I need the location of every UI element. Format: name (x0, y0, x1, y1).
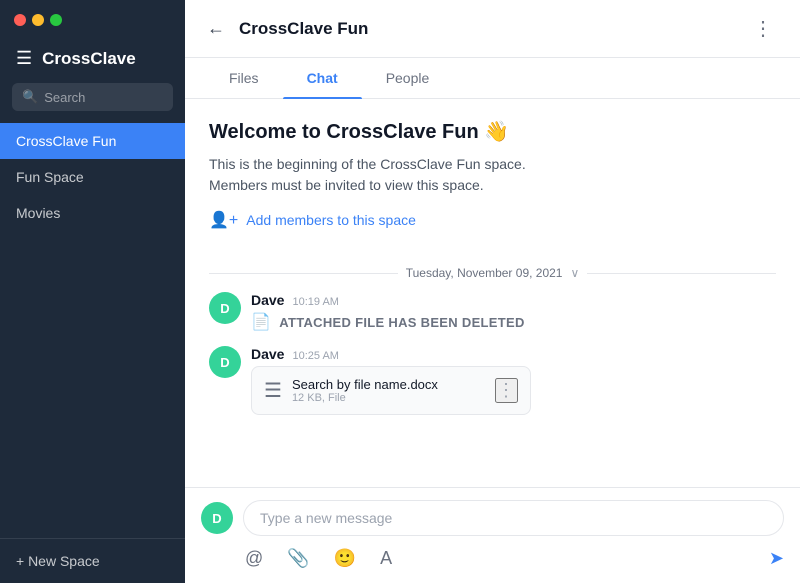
traffic-lights (0, 0, 185, 34)
message-time: 10:19 AM (292, 296, 338, 308)
file-meta: 12 KB, File (292, 392, 485, 404)
file-name: Search by file name.docx (292, 377, 485, 392)
sidebar: ☰ CrossClave 🔍 CrossClave Fun Fun Space … (0, 0, 185, 583)
new-space-label: + New Space (16, 553, 100, 569)
deleted-message: 📄 ATTACHED FILE HAS BEEN DELETED (251, 312, 776, 332)
send-icon: ➤ (769, 548, 784, 568)
more-options-button[interactable]: ⋮ (747, 14, 780, 43)
chevron-down-icon[interactable]: ∨ (570, 266, 579, 280)
message-row: D Dave 10:25 AM ☰ Search by file name.do… (209, 346, 776, 415)
divider-line-right (587, 273, 776, 274)
sidebar-item-movies[interactable]: Movies (0, 195, 185, 231)
emoji-button[interactable]: 🙂 (332, 546, 358, 571)
search-input[interactable] (44, 90, 163, 105)
tab-chat[interactable]: Chat (283, 58, 362, 98)
message-meta: Dave 10:19 AM (251, 292, 776, 308)
search-container: 🔍 (12, 83, 173, 111)
date-divider: Tuesday, November 09, 2021 ∨ (209, 266, 776, 280)
format-text-button[interactable]: A (378, 546, 394, 571)
welcome-description: This is the beginning of the CrossClave … (209, 154, 776, 196)
sidebar-item-fun-space[interactable]: Fun Space (0, 159, 185, 195)
add-members-label: Add members to this space (246, 212, 416, 228)
sidebar-nav: CrossClave Fun Fun Space Movies (0, 123, 185, 538)
message-input[interactable] (243, 500, 784, 536)
back-button[interactable]: ← (205, 16, 227, 41)
menu-icon[interactable]: ☰ (16, 48, 32, 69)
tab-files[interactable]: Files (205, 58, 283, 98)
welcome-section: Welcome to CrossClave Fun 👋 This is the … (209, 119, 776, 250)
chat-area: Welcome to CrossClave Fun 👋 This is the … (185, 99, 800, 487)
message-author: Dave (251, 292, 284, 308)
message-author: Dave (251, 346, 284, 362)
deleted-file-icon: 📄 (251, 312, 271, 332)
divider-line-left (209, 273, 398, 274)
file-info: Search by file name.docx 12 KB, File (292, 377, 485, 404)
close-button[interactable] (14, 14, 26, 26)
search-icon: 🔍 (22, 89, 38, 105)
attachment-button[interactable]: 📎 (285, 546, 311, 571)
emoji-icon: 🙂 (334, 548, 356, 568)
file-card: ☰ Search by file name.docx 12 KB, File ⋮ (251, 366, 531, 415)
main-header: ← CrossClave Fun ⋮ (185, 0, 800, 58)
sidebar-header: ☰ CrossClave (0, 34, 185, 83)
page-title: CrossClave Fun (239, 19, 735, 39)
sidebar-item-crossclave-fun[interactable]: CrossClave Fun (0, 123, 185, 159)
tabs-bar: Files Chat People (185, 58, 800, 99)
input-row: D (201, 500, 784, 536)
file-type-icon: ☰ (264, 378, 282, 403)
avatar: D (209, 346, 241, 378)
welcome-title: Welcome to CrossClave Fun 👋 (209, 119, 776, 144)
add-members-button[interactable]: 👤+ Add members to this space (209, 210, 416, 230)
file-more-button[interactable]: ⋮ (495, 378, 518, 403)
message-row: D Dave 10:19 AM 📄 ATTACHED FILE HAS BEEN… (209, 292, 776, 332)
attachment-icon: 📎 (287, 548, 309, 568)
message-meta: Dave 10:25 AM (251, 346, 776, 362)
date-text: Tuesday, November 09, 2021 (406, 266, 563, 280)
input-area: D @ 📎 🙂 A ➤ (185, 487, 800, 583)
tab-people[interactable]: People (362, 58, 454, 98)
sidebar-title: CrossClave (42, 49, 136, 69)
sidebar-footer: + New Space (0, 538, 185, 583)
message-content: Dave 10:19 AM 📄 ATTACHED FILE HAS BEEN D… (251, 292, 776, 332)
maximize-button[interactable] (50, 14, 62, 26)
minimize-button[interactable] (32, 14, 44, 26)
add-members-icon: 👤+ (209, 210, 238, 230)
new-space-button[interactable]: + New Space (16, 553, 100, 569)
avatar: D (209, 292, 241, 324)
current-user-avatar: D (201, 502, 233, 534)
input-toolbar: @ 📎 🙂 A ➤ (201, 546, 784, 571)
send-button[interactable]: ➤ (769, 548, 784, 569)
deleted-text: ATTACHED FILE HAS BEEN DELETED (279, 315, 524, 330)
mention-button[interactable]: @ (243, 546, 265, 571)
main-content: ← CrossClave Fun ⋮ Files Chat People Wel… (185, 0, 800, 583)
message-time: 10:25 AM (292, 350, 338, 362)
message-content: Dave 10:25 AM ☰ Search by file name.docx… (251, 346, 776, 415)
